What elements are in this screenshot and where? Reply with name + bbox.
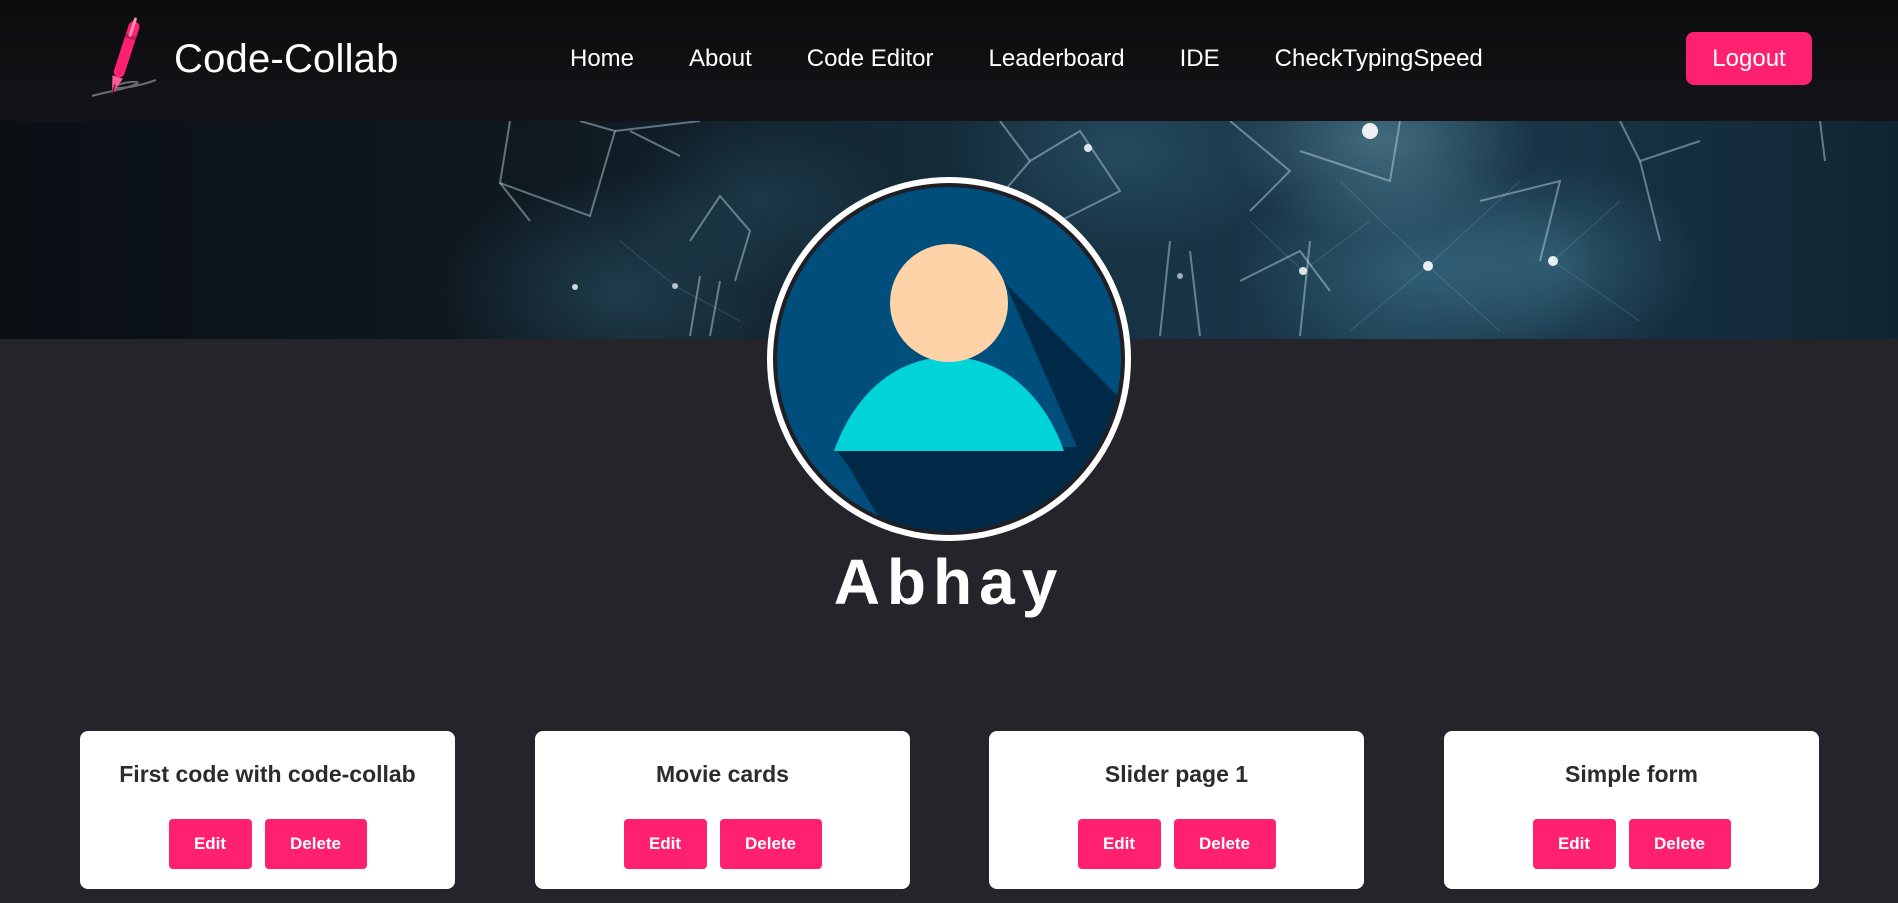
edit-button[interactable]: Edit bbox=[1532, 819, 1616, 869]
card-actions: Edit Delete bbox=[535, 819, 910, 869]
card-actions: Edit Delete bbox=[80, 819, 455, 869]
avatar bbox=[767, 177, 1131, 541]
logout-button[interactable]: Logout bbox=[1686, 32, 1812, 85]
card-actions: Edit Delete bbox=[1444, 819, 1819, 869]
nav-link-about[interactable]: About bbox=[689, 42, 752, 76]
nav-link-ide[interactable]: IDE bbox=[1180, 42, 1220, 76]
brand-link[interactable]: Code-Collab bbox=[84, 14, 399, 104]
card-title: Simple form bbox=[1565, 761, 1698, 787]
brand-name: Code-Collab bbox=[174, 36, 399, 81]
edit-button[interactable]: Edit bbox=[623, 819, 707, 869]
pen-signature-icon bbox=[91, 17, 157, 97]
code-card: Movie cards Edit Delete bbox=[535, 731, 910, 889]
code-cards: First code with code-collab Edit Delete … bbox=[80, 731, 1820, 889]
nav-link-leaderboard[interactable]: Leaderboard bbox=[989, 42, 1125, 76]
nav-link-check-typing-speed[interactable]: CheckTypingSpeed bbox=[1275, 42, 1483, 76]
delete-button[interactable]: Delete bbox=[719, 819, 822, 869]
delete-button[interactable]: Delete bbox=[1628, 819, 1731, 869]
navbar: Code-Collab Home About Code Editor Leade… bbox=[0, 0, 1898, 121]
code-card: Slider page 1 Edit Delete bbox=[989, 731, 1364, 889]
profile-username: Abhay bbox=[833, 546, 1065, 618]
edit-button[interactable]: Edit bbox=[168, 819, 252, 869]
card-actions: Edit Delete bbox=[989, 819, 1364, 869]
code-card: Simple form Edit Delete bbox=[1444, 731, 1819, 889]
nav-link-home[interactable]: Home bbox=[570, 42, 634, 76]
nav-link-code-editor[interactable]: Code Editor bbox=[807, 42, 934, 76]
nav-links: Home About Code Editor Leaderboard IDE C… bbox=[570, 42, 1483, 76]
card-title: Slider page 1 bbox=[1104, 761, 1249, 787]
avatar-frame bbox=[773, 183, 1125, 535]
code-card: First code with code-collab Edit Delete bbox=[80, 731, 455, 889]
edit-button[interactable]: Edit bbox=[1077, 819, 1161, 869]
card-title: Movie cards bbox=[656, 761, 789, 787]
profile-page: Code-Collab Home About Code Editor Leade… bbox=[0, 0, 1898, 903]
user-avatar-icon bbox=[777, 187, 1121, 531]
delete-button[interactable]: Delete bbox=[264, 819, 367, 869]
delete-button[interactable]: Delete bbox=[1173, 819, 1276, 869]
card-title: First code with code-collab bbox=[119, 761, 416, 787]
